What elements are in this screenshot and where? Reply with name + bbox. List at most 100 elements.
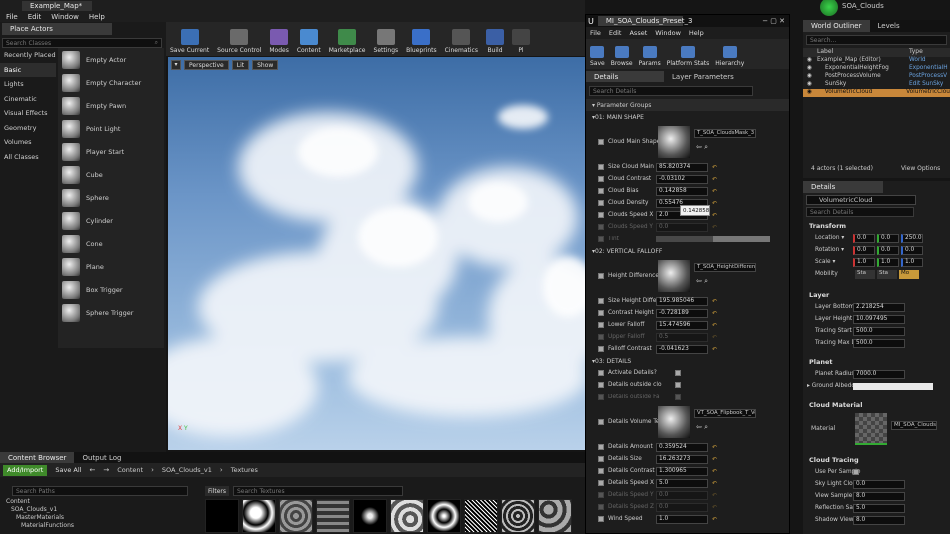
doc-tab[interactable]: Example_Map* — [22, 1, 92, 11]
menu-item-edit[interactable]: Edit — [28, 13, 42, 21]
scale-y[interactable]: 1.0 — [877, 257, 899, 267]
tracing-row-value[interactable]: 5.0 — [853, 503, 905, 513]
outliner-row[interactable]: ◉ SunSky Edit SunSky — [803, 81, 950, 89]
param-bool-checkbox[interactable] — [675, 394, 681, 400]
rotation-y[interactable]: 0.0 — [877, 245, 899, 255]
actor-item[interactable]: Cube — [58, 163, 164, 186]
param-override-checkbox[interactable] — [598, 394, 604, 400]
param-value-field[interactable]: 0.0 — [656, 222, 708, 232]
add-import-button[interactable]: Add/Import — [3, 464, 48, 476]
tab-actor-details[interactable]: Details — [803, 181, 883, 193]
scale-z[interactable]: 1.0 — [901, 257, 923, 267]
param-override-checkbox[interactable] — [598, 370, 604, 376]
search-classes-input[interactable]: Search Classes ⌕ — [2, 38, 162, 48]
folder-item[interactable]: Content — [6, 498, 74, 506]
param-value-field[interactable]: 5.0 — [656, 478, 708, 488]
outliner-row[interactable]: ◉ PostProcessVolume PostProcessV — [803, 73, 950, 81]
reset-arrow-icon[interactable]: ↶ — [712, 164, 718, 171]
cloud-tracing-header[interactable]: Cloud Tracing — [803, 453, 950, 466]
layer-header[interactable]: Layer — [803, 288, 950, 301]
parameter-groups-header[interactable]: ▾ Parameter Groups — [586, 99, 789, 111]
visibility-eye-icon[interactable]: ◉ — [807, 57, 817, 65]
param-override-checkbox[interactable] — [598, 322, 604, 328]
tab-content-browser[interactable]: Content Browser — [0, 452, 75, 463]
material-hierarchy-button[interactable]: Hierarchy — [715, 39, 744, 69]
param-override-checkbox[interactable] — [598, 236, 604, 242]
tab-output-log[interactable]: Output Log — [74, 452, 129, 463]
param-value-field[interactable]: 1.0 — [656, 514, 708, 524]
location-x[interactable]: 0.0 — [853, 233, 875, 243]
path-textures[interactable]: Textures — [231, 466, 258, 474]
texture-thumbnail[interactable] — [205, 499, 239, 533]
param-override-checkbox[interactable] — [598, 273, 604, 279]
param-override-checkbox[interactable] — [598, 480, 604, 486]
actor-name-field[interactable]: VolumetricCloud — [806, 195, 916, 205]
col-label-header[interactable]: Label — [817, 48, 909, 57]
reset-arrow-icon[interactable]: ↶ — [712, 492, 718, 499]
param-value-field[interactable]: -0.728189 — [656, 308, 708, 318]
user-avatar[interactable] — [820, 0, 838, 16]
scale-x[interactable]: 1.0 — [853, 257, 875, 267]
tracing-row-value[interactable]: 8.0 — [853, 515, 905, 525]
outliner-search-input[interactable]: Search... — [806, 35, 947, 45]
material-menu-help[interactable]: Help — [689, 29, 704, 37]
actor-item[interactable]: Point Light — [58, 117, 164, 140]
param-override-checkbox[interactable] — [598, 444, 604, 450]
outliner-row[interactable]: ◉ ExponentialHeightFog ExponentialH — [803, 65, 950, 73]
transform-header[interactable]: Transform — [803, 219, 950, 232]
reset-arrow-icon[interactable]: ↶ — [712, 456, 718, 463]
toolbar-marketplace-button[interactable]: Marketplace — [329, 22, 366, 56]
category-cinematic[interactable]: Cinematic — [0, 92, 56, 107]
texture-thumbnail[interactable] — [538, 499, 572, 533]
actor-item[interactable]: Plane — [58, 255, 164, 278]
lit-button[interactable]: Lit — [231, 60, 250, 70]
forward-arrow-icon[interactable]: → — [103, 466, 109, 474]
param-override-checkbox[interactable] — [598, 224, 604, 230]
param-value-field[interactable]: 16.263273 — [656, 454, 708, 464]
param-value-field[interactable]: 0.5 — [656, 332, 708, 342]
material-thumbnail[interactable] — [855, 413, 887, 445]
param-override-checkbox[interactable] — [598, 164, 604, 170]
actor-item[interactable]: Sphere Trigger — [58, 301, 164, 324]
material-dropdown[interactable]: MI_SOA_Clouds — [891, 421, 937, 430]
reset-arrow-icon[interactable]: ↶ — [712, 346, 718, 353]
texture-thumbnail[interactable] — [501, 499, 535, 533]
reset-arrow-icon[interactable]: ↶ — [712, 334, 718, 341]
param-override-checkbox[interactable] — [598, 310, 604, 316]
param-value-field[interactable]: 15.474596 — [656, 320, 708, 330]
visibility-eye-icon[interactable]: ◉ — [807, 89, 817, 97]
param-value-field[interactable]: -0.041623 — [656, 344, 708, 354]
search-textures-input[interactable]: Search Textures — [233, 486, 403, 496]
texture-thumbnail[interactable] — [242, 499, 276, 533]
texture-thumbnail[interactable] — [390, 499, 424, 533]
material-platform-stats-button[interactable]: Platform Stats — [667, 39, 709, 69]
param-override-checkbox[interactable] — [598, 334, 604, 340]
texture-thumbnail[interactable] — [316, 499, 350, 533]
reset-arrow-icon[interactable]: ↶ — [712, 176, 718, 183]
tracing-row-value[interactable]: 8.0 — [853, 491, 905, 501]
place-actors-tab[interactable]: Place Actors — [2, 23, 112, 35]
search-paths-input[interactable]: Search Paths — [12, 486, 188, 496]
menu-item-file[interactable]: File — [6, 13, 18, 21]
reset-arrow-icon[interactable]: ↶ — [712, 504, 718, 511]
tab-levels[interactable]: Levels — [870, 20, 908, 32]
param-group-header[interactable]: ▾ 03: DETAILS — [586, 355, 789, 367]
folder-item[interactable]: MaterialFunctions — [6, 522, 74, 530]
reset-arrow-icon[interactable]: ↶ — [712, 468, 718, 475]
param-override-checkbox[interactable] — [598, 492, 604, 498]
rotation-x[interactable]: 0.0 — [853, 245, 875, 255]
layer-row-value[interactable]: 500.0 — [853, 338, 905, 348]
mobility-movable[interactable]: Mo — [899, 269, 919, 279]
use-asset-arrow-icon[interactable]: ⇦ ⌕ — [696, 277, 708, 286]
param-override-checkbox[interactable] — [598, 468, 604, 474]
category-volumes[interactable]: Volumes — [0, 135, 56, 150]
param-override-checkbox[interactable] — [598, 504, 604, 510]
category-visual-effects[interactable]: Visual Effects — [0, 106, 56, 121]
toolbar-cinematics-button[interactable]: Cinematics — [445, 22, 478, 56]
toolbar-content-button[interactable]: Content — [297, 22, 321, 56]
outliner-row[interactable]: ◉ Example_Map (Editor) World — [803, 57, 950, 65]
texture-dropdown[interactable]: VT_SOA_Flipbook_T_Volum — [694, 409, 756, 418]
reset-arrow-icon[interactable]: ↶ — [712, 480, 718, 487]
visibility-eye-icon[interactable]: ◉ — [807, 65, 817, 73]
actor-item[interactable]: Empty Actor — [58, 48, 164, 71]
